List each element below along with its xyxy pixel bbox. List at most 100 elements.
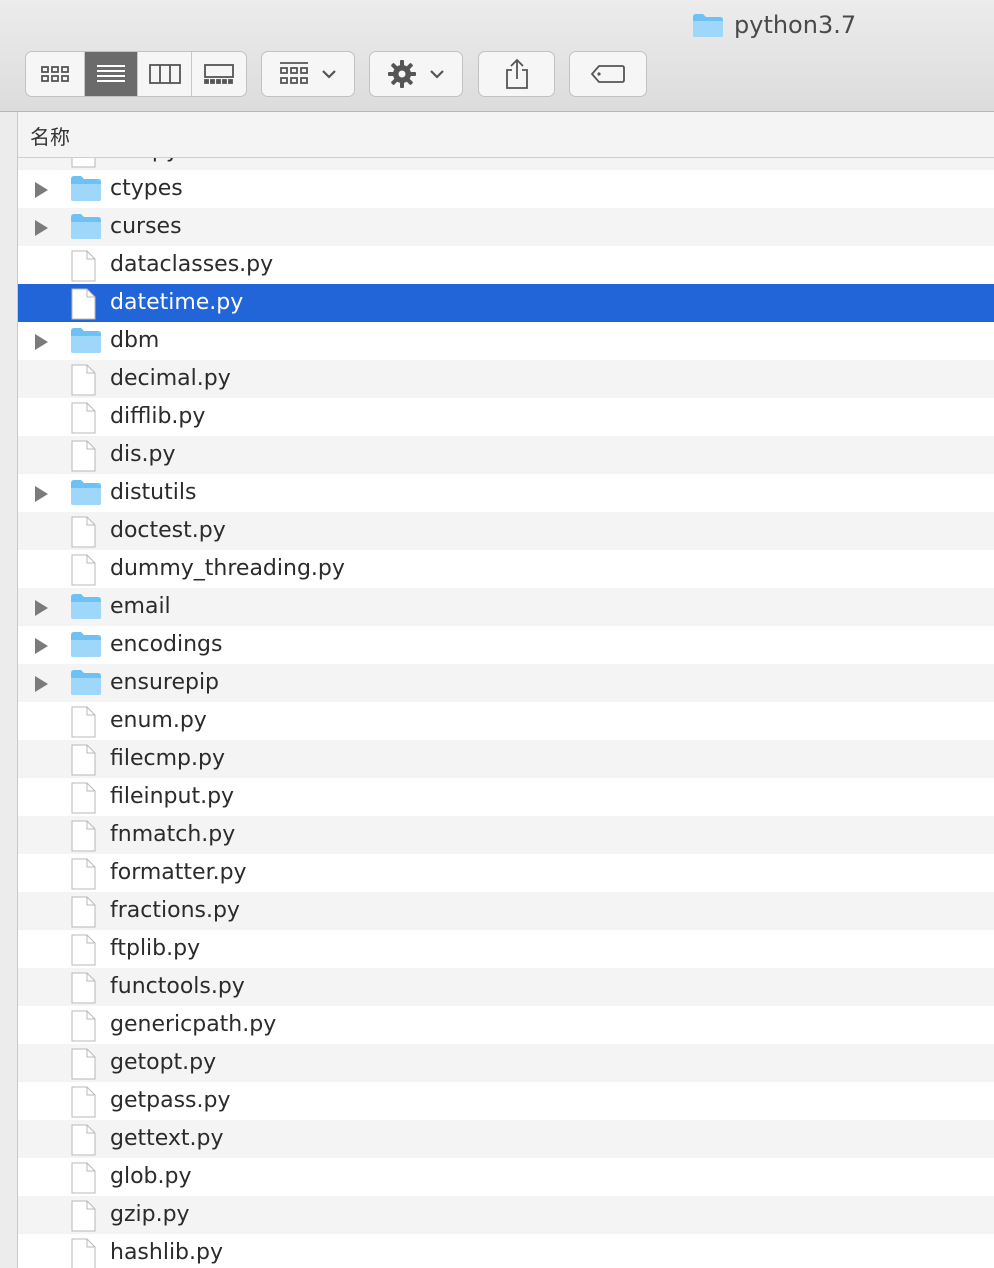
- file-row[interactable]: doctest.py: [18, 512, 994, 550]
- file-name: getpass.py: [110, 1088, 231, 1113]
- file-name: ctypes: [110, 176, 183, 201]
- column-header-name[interactable]: 名称: [18, 112, 994, 158]
- file-name: glob.py: [110, 1164, 192, 1189]
- file-name: distutils: [110, 480, 197, 505]
- window-title-text: python3.7: [734, 11, 857, 39]
- gallery-view-button[interactable]: [191, 52, 246, 96]
- folder-icon: [70, 212, 102, 244]
- file-icon: [70, 402, 96, 438]
- file-name: fileinput.py: [110, 784, 235, 809]
- file-row[interactable]: hashlib.py: [18, 1234, 994, 1268]
- column-view-button[interactable]: [137, 52, 191, 96]
- folder-icon: [70, 326, 102, 358]
- file-icon: [70, 896, 96, 932]
- file-row[interactable]: csv.py: [18, 158, 994, 170]
- file-icon: [70, 972, 96, 1008]
- file-row[interactable]: difflib.py: [18, 398, 994, 436]
- group-button[interactable]: [261, 51, 355, 97]
- file-name: csv.py: [110, 158, 179, 163]
- action-button[interactable]: [369, 51, 463, 97]
- file-row[interactable]: fnmatch.py: [18, 816, 994, 854]
- tag-button[interactable]: [569, 51, 647, 97]
- folder-icon: [70, 630, 102, 662]
- file-row[interactable]: decimal.py: [18, 360, 994, 398]
- file-icon: [70, 934, 96, 970]
- list-view-button[interactable]: [84, 52, 137, 96]
- file-name: enum.py: [110, 708, 207, 733]
- disclosure-triangle-icon[interactable]: [35, 638, 48, 654]
- share-button-content: [479, 52, 554, 96]
- disclosure-triangle-icon[interactable]: [35, 600, 48, 616]
- file-name: getopt.py: [110, 1050, 217, 1075]
- file-row[interactable]: dataclasses.py: [18, 246, 994, 284]
- file-row[interactable]: fractions.py: [18, 892, 994, 930]
- file-icon: [70, 1200, 96, 1236]
- group-button-content: [262, 52, 354, 96]
- file-row[interactable]: filecmp.py: [18, 740, 994, 778]
- file-name: functools.py: [110, 974, 245, 999]
- file-row[interactable]: functools.py: [18, 968, 994, 1006]
- action-button-content: [370, 52, 462, 96]
- file-name: ensurepip: [110, 670, 220, 695]
- file-name: dummy_threading.py: [110, 556, 345, 581]
- file-row[interactable]: gzip.py: [18, 1196, 994, 1234]
- file-icon: [70, 250, 96, 286]
- file-icon: [70, 858, 96, 894]
- share-button[interactable]: [478, 51, 555, 97]
- file-row[interactable]: formatter.py: [18, 854, 994, 892]
- file-row[interactable]: gettext.py: [18, 1120, 994, 1158]
- file-row[interactable]: ftplib.py: [18, 930, 994, 968]
- file-row[interactable]: enum.py: [18, 702, 994, 740]
- file-name: datetime.py: [110, 290, 244, 315]
- disclosure-triangle-icon[interactable]: [35, 486, 48, 502]
- disclosure-triangle-icon[interactable]: [35, 676, 48, 692]
- file-icon: [70, 364, 96, 400]
- file-name: fractions.py: [110, 898, 240, 923]
- file-row[interactable]: genericpath.py: [18, 1006, 994, 1044]
- folder-row[interactable]: distutils: [18, 474, 994, 512]
- window-toolbar: python3.7: [0, 0, 994, 112]
- folder-row[interactable]: dbm: [18, 322, 994, 360]
- file-icon: [70, 706, 96, 742]
- file-name: fnmatch.py: [110, 822, 236, 847]
- file-icon: [70, 288, 96, 324]
- file-name: curses: [110, 214, 182, 239]
- file-icon: [70, 554, 96, 590]
- folder-row[interactable]: email: [18, 588, 994, 626]
- file-row[interactable]: datetime.py: [18, 284, 994, 322]
- file-row[interactable]: getopt.py: [18, 1044, 994, 1082]
- folder-row[interactable]: ensurepip: [18, 664, 994, 702]
- file-row[interactable]: glob.py: [18, 1158, 994, 1196]
- gallery-icon: [204, 64, 234, 84]
- file-icon: [70, 440, 96, 476]
- column-header-label: 名称: [30, 125, 70, 149]
- file-icon: [70, 744, 96, 780]
- file-name: filecmp.py: [110, 746, 225, 771]
- folder-icon: [70, 592, 102, 624]
- folder-row[interactable]: ctypes: [18, 170, 994, 208]
- gear-icon: [388, 60, 416, 88]
- list-icon: [97, 65, 125, 82]
- window-title: python3.7: [692, 8, 856, 42]
- file-name: formatter.py: [110, 860, 247, 885]
- grid-icon: [41, 66, 69, 82]
- file-row[interactable]: getpass.py: [18, 1082, 994, 1120]
- file-name: dis.py: [110, 442, 176, 467]
- disclosure-triangle-icon[interactable]: [35, 182, 48, 198]
- file-name: dataclasses.py: [110, 252, 274, 277]
- file-list[interactable]: csv.py ctypes curses dataclasses.py datetime…: [18, 158, 994, 1268]
- file-row[interactable]: fileinput.py: [18, 778, 994, 816]
- file-icon: [70, 1162, 96, 1198]
- sidebar-edge: [0, 112, 18, 1268]
- disclosure-triangle-icon[interactable]: [35, 334, 48, 350]
- chevron-down-icon: [430, 70, 444, 79]
- share-icon: [505, 58, 528, 89]
- disclosure-triangle-icon[interactable]: [35, 220, 48, 236]
- file-row[interactable]: dis.py: [18, 436, 994, 474]
- icon-view-button[interactable]: [26, 52, 84, 96]
- folder-row[interactable]: encodings: [18, 626, 994, 664]
- file-icon: [70, 1124, 96, 1160]
- chevron-down-icon: [322, 70, 336, 79]
- folder-row[interactable]: curses: [18, 208, 994, 246]
- file-row[interactable]: dummy_threading.py: [18, 550, 994, 588]
